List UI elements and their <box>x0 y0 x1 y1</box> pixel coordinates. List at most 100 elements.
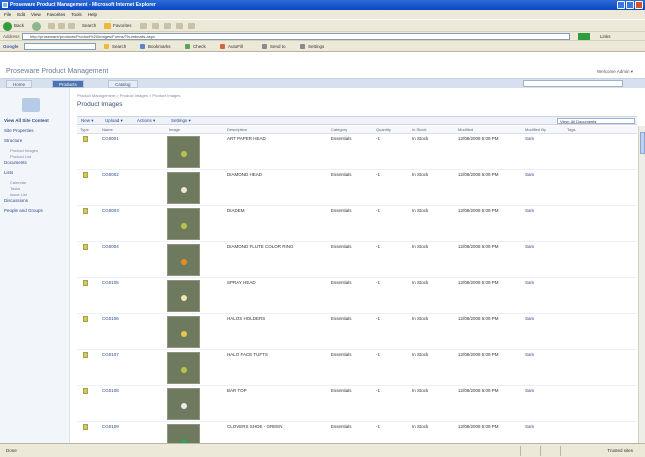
tab-catalog[interactable]: Catalog <box>108 80 138 88</box>
google-item[interactable]: Send to <box>270 44 286 49</box>
settings-menu[interactable]: Settings ▾ <box>171 118 191 124</box>
scrollbar-thumb[interactable] <box>640 132 645 154</box>
item-name-link[interactable]: CG0002 <box>102 172 119 177</box>
edit-icon[interactable] <box>176 23 183 29</box>
nav-item[interactable]: Issue List <box>10 192 27 197</box>
google-item[interactable]: Search <box>112 44 126 49</box>
nav-item[interactable]: Tasks <box>10 186 20 191</box>
stop-icon[interactable] <box>48 23 55 29</box>
product-thumbnail[interactable] <box>167 316 200 348</box>
refresh-icon[interactable] <box>58 23 65 29</box>
item-modified-by[interactable]: Sam <box>525 244 534 249</box>
address-input[interactable]: http://proseware/products/Product%20Imag… <box>22 33 570 40</box>
table-row[interactable]: CG0002 DIAMOND HEAD Essentials -1 In Stock 12… <box>77 170 637 206</box>
nav-item[interactable]: Lists <box>4 170 13 175</box>
new-menu[interactable]: New ▾ <box>81 118 94 124</box>
table-row[interactable]: CG0003 DIADEM Essentials -1 In Stock 12/08/20… <box>77 206 637 242</box>
print-icon[interactable] <box>164 23 171 29</box>
column-header-image[interactable]: Image <box>169 127 180 132</box>
back-arrow-icon[interactable] <box>3 22 12 31</box>
google-item[interactable]: Settings <box>308 44 324 49</box>
product-thumbnail[interactable] <box>167 388 200 420</box>
view-all-site-content[interactable]: View All Site Content <box>4 118 49 123</box>
check-icon[interactable] <box>185 44 190 49</box>
close-button[interactable] <box>635 1 643 9</box>
maximize-button[interactable] <box>626 1 634 9</box>
table-row[interactable]: CG0001 ART PAPER HEAD Essentials -1 In Stock… <box>77 134 637 170</box>
column-header-name[interactable]: Name <box>102 127 113 132</box>
product-thumbnail[interactable] <box>167 424 200 443</box>
menu-item-file[interactable]: File <box>4 12 11 17</box>
nav-item[interactable]: People and Groups <box>4 208 43 213</box>
product-thumbnail[interactable] <box>167 136 200 168</box>
history-icon[interactable] <box>140 23 147 29</box>
item-modified-by[interactable]: Sam <box>525 424 534 429</box>
autofill-icon[interactable] <box>220 44 225 49</box>
favorites-label[interactable]: Favorites <box>113 23 132 28</box>
minimize-button[interactable] <box>617 1 625 9</box>
product-thumbnail[interactable] <box>167 280 200 312</box>
item-name-link[interactable]: CG0109 <box>102 424 119 429</box>
item-name-link[interactable]: CG0003 <box>102 208 119 213</box>
table-row[interactable]: CG0004 DIAMOND FLUTE COLOR RING Essentials… <box>77 242 637 278</box>
table-row[interactable]: CG0106 HALOS HOLDERS Essentials -1 In Stock 1… <box>77 314 637 350</box>
item-modified-by[interactable]: Sam <box>525 388 534 393</box>
back-label[interactable]: Back <box>14 23 24 28</box>
item-name-link[interactable]: CG0004 <box>102 244 119 249</box>
actions-menu[interactable]: Actions ▾ <box>137 118 155 124</box>
product-thumbnail[interactable] <box>167 172 200 204</box>
settings-icon[interactable] <box>300 44 305 49</box>
go-button[interactable] <box>578 33 590 40</box>
google-item[interactable]: Bookmarks <box>148 44 171 49</box>
item-name-link[interactable]: CG0106 <box>102 316 119 321</box>
column-header-description[interactable]: Description <box>227 127 247 132</box>
tab-home[interactable]: Home <box>6 80 33 88</box>
table-row[interactable]: CG0107 HALO FACE TUFTS Essentials -1 In Stoc… <box>77 350 637 386</box>
nav-item[interactable]: Product List <box>10 154 31 159</box>
nav-item[interactable]: Calendar <box>10 180 26 185</box>
column-header-modified[interactable]: Modified <box>458 127 473 132</box>
nav-item[interactable]: Discussions <box>4 198 28 203</box>
menu-item-favorites[interactable]: Favorites <box>47 12 66 17</box>
mail-icon[interactable] <box>152 23 159 29</box>
column-header-quantity[interactable]: Quantity <box>376 127 391 132</box>
table-row[interactable]: CG0108 BAR TOP Essentials -1 In Stock 12/08/2… <box>77 386 637 422</box>
product-thumbnail[interactable] <box>167 208 200 240</box>
google-item[interactable]: Check <box>193 44 206 49</box>
item-modified-by[interactable]: Sam <box>525 352 534 357</box>
messenger-icon[interactable] <box>188 23 195 29</box>
send-icon[interactable] <box>262 44 267 49</box>
column-header-tags[interactable]: Tags <box>567 127 575 132</box>
item-modified-by[interactable]: Sam <box>525 280 534 285</box>
product-thumbnail[interactable] <box>167 352 200 384</box>
table-row[interactable]: CG0109 CLOVERS SHOE - GREEN Essentials -1 In… <box>77 422 637 443</box>
nav-item[interactable]: Documents <box>4 160 27 165</box>
search-icon[interactable] <box>104 44 109 49</box>
column-header-category[interactable]: Category <box>331 127 347 132</box>
item-modified-by[interactable]: Sam <box>525 316 534 321</box>
bookmark-icon[interactable] <box>140 44 145 49</box>
search-label[interactable]: Search <box>82 23 96 28</box>
item-name-link[interactable]: CG0001 <box>102 136 119 141</box>
product-thumbnail[interactable] <box>167 244 200 276</box>
tab-products[interactable]: Products <box>52 80 84 88</box>
item-name-link[interactable]: CG0105 <box>102 280 119 285</box>
column-header-type[interactable]: Type <box>80 127 89 132</box>
links-label[interactable]: Links <box>600 34 611 39</box>
item-modified-by[interactable]: Sam <box>525 136 534 141</box>
item-modified-by[interactable]: Sam <box>525 208 534 213</box>
breadcrumb[interactable]: Product Management > Product Images > Pr… <box>77 93 180 98</box>
menu-item-view[interactable]: View <box>31 12 41 17</box>
item-name-link[interactable]: CG0108 <box>102 388 119 393</box>
menu-item-edit[interactable]: Edit <box>17 12 25 17</box>
nav-item[interactable]: Site Properties <box>4 128 34 133</box>
view-selector[interactable]: View: All Documents <box>557 118 635 124</box>
nav-item[interactable]: Structure <box>4 138 22 143</box>
home-icon[interactable] <box>68 23 75 29</box>
nav-item[interactable]: Product Images <box>10 148 38 153</box>
site-search-input[interactable] <box>523 80 623 87</box>
item-modified-by[interactable]: Sam <box>525 172 534 177</box>
forward-arrow-icon[interactable] <box>32 22 41 31</box>
welcome-menu[interactable]: Welcome Admin ▾ <box>597 69 633 75</box>
google-search-input[interactable] <box>24 43 96 50</box>
